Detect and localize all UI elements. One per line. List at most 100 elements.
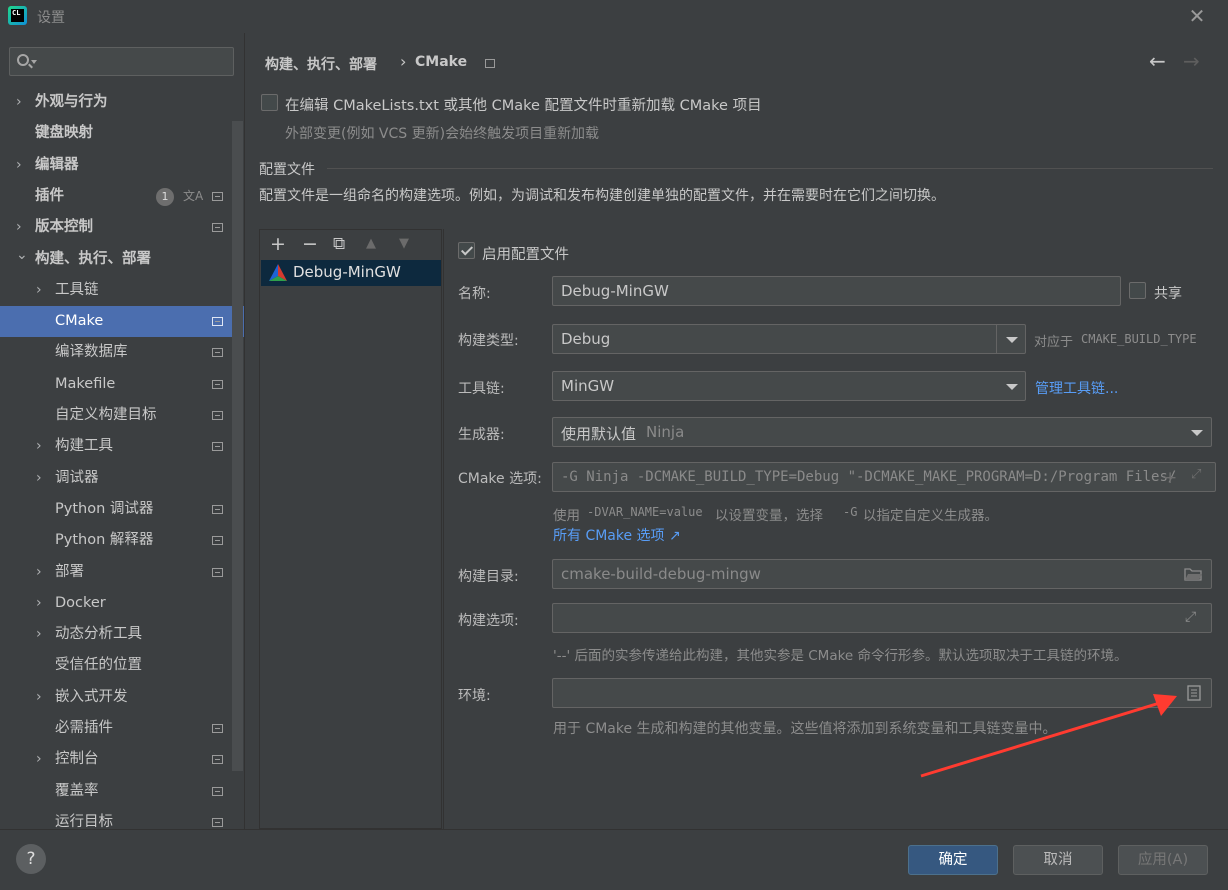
enable-profile-label[interactable]: 启用配置文件 — [482, 243, 569, 264]
sidebar-item[interactable]: › 动态分析工具 — [0, 619, 232, 650]
sidebar-item[interactable]: 运行目标 — [0, 807, 232, 829]
breadcrumb-separator: › — [400, 52, 407, 71]
chevron-right-icon[interactable]: › — [36, 463, 42, 494]
breadcrumb-parent[interactable]: 构建、执行、部署 — [265, 54, 377, 74]
combo-divider — [996, 325, 997, 353]
chevron-right-icon[interactable]: › — [36, 557, 42, 588]
sidebar-item[interactable]: 受信任的位置 — [0, 650, 232, 681]
profiles-description: 配置文件是一组命名的构建选项。例如，为调试和发布构建创建单独的配置文件，并在需要… — [259, 188, 945, 204]
ok-button[interactable]: 确定 — [908, 845, 998, 875]
sidebar-item[interactable]: › 部署 — [0, 557, 232, 588]
toolchain-label: 工具链: — [458, 381, 505, 397]
help-icon[interactable]: ? — [16, 844, 46, 874]
sidebar-item-label: 调试器 — [55, 469, 99, 486]
sidebar-item[interactable]: › 外观与行为 — [0, 87, 232, 118]
remove-profile-icon[interactable]: − — [302, 233, 318, 255]
sidebar-item[interactable]: ⌄ 构建、执行、部署 — [0, 244, 232, 275]
chevron-right-icon[interactable]: › — [36, 682, 42, 713]
profile-list-item[interactable]: Debug-MinGW — [261, 260, 441, 286]
chevron-right-icon[interactable]: › — [36, 619, 42, 650]
sidebar-item[interactable]: › 编辑器 — [0, 150, 232, 181]
sidebar-item[interactable]: 编译数据库 — [0, 337, 232, 368]
sidebar-item[interactable]: 键盘映射 — [0, 118, 232, 149]
environment-label: 环境: — [458, 688, 491, 704]
share-label[interactable]: 共享 — [1154, 283, 1182, 303]
expand-icon[interactable]: ⤢ — [1185, 609, 1196, 625]
cmake-options-hint-2: 以设置变量，选择 — [715, 508, 823, 524]
sidebar-item[interactable]: 覆盖率 — [0, 776, 232, 807]
chevron-right-icon[interactable]: › — [36, 431, 42, 462]
sidebar-item[interactable]: › 版本控制 — [0, 212, 232, 243]
apply-button[interactable]: 应用(A) — [1118, 845, 1208, 875]
sidebar-item[interactable]: › 控制台 — [0, 744, 232, 775]
cancel-button[interactable]: 取消 — [1013, 845, 1103, 875]
search-options-dropdown-icon[interactable] — [31, 60, 37, 64]
copy-profile-icon[interactable]: ⧉ — [333, 233, 345, 255]
cmake-options-value: -G Ninja -DCMAKE_BUILD_TYPE=Debug "-DCMA… — [561, 469, 1177, 485]
sidebar-item[interactable]: › 工具链 — [0, 275, 232, 306]
share-checkbox[interactable] — [1129, 282, 1146, 299]
sidebar-item-label: 编译数据库 — [55, 344, 128, 361]
reload-on-edit-label[interactable]: 在编辑 CMakeLists.txt 或其他 CMake 配置文件时重新加载 C… — [285, 94, 762, 115]
sidebar-scrollbar[interactable] — [232, 121, 243, 771]
build-dir-field[interactable]: cmake-build-debug-mingw — [552, 559, 1212, 589]
folder-icon[interactable] — [1184, 567, 1202, 581]
sidebar-item[interactable]: 插件 1 文A — [0, 181, 232, 212]
project-level-icon — [212, 348, 223, 358]
expand-icon[interactable]: ⤢ — [1191, 467, 1201, 482]
build-type-combo[interactable]: Debug — [552, 324, 1026, 354]
forward-arrow-icon[interactable]: → — [1183, 49, 1200, 73]
sidebar-item-label: 构建工具 — [55, 438, 113, 455]
chevron-right-icon[interactable]: › — [36, 275, 42, 306]
chevron-down-icon[interactable]: ⌄ — [16, 240, 28, 271]
chevron-down-icon[interactable] — [1006, 384, 1018, 390]
toolchain-combo[interactable]: MinGW — [552, 371, 1026, 401]
project-level-icon — [212, 504, 223, 514]
enable-profile-checkbox[interactable] — [458, 242, 475, 259]
generator-combo[interactable]: 使用默认值 Ninja — [552, 417, 1212, 447]
close-icon[interactable]: ✕ — [1186, 5, 1208, 27]
sidebar-item-label: 运行目标 — [55, 813, 113, 829]
reload-on-edit-checkbox[interactable] — [261, 94, 278, 111]
sidebar-item[interactable]: CMake — [0, 306, 244, 338]
dialog-footer: ? 确定 取消 应用(A) — [0, 829, 1228, 890]
chevron-down-icon[interactable] — [1006, 337, 1018, 343]
profile-name: Debug-MinGW — [293, 263, 401, 281]
build-type-hint-var: CMAKE_BUILD_TYPE — [1081, 332, 1197, 346]
sidebar-item[interactable]: Python 解释器 — [0, 525, 232, 556]
add-profile-icon[interactable]: + — [270, 233, 286, 255]
chevron-right-icon[interactable]: › — [36, 588, 42, 619]
profile-name-field[interactable]: Debug-MinGW — [552, 276, 1121, 306]
sidebar-item[interactable]: › 构建工具 — [0, 431, 232, 462]
settings-search-input[interactable] — [9, 47, 234, 76]
chevron-right-icon[interactable]: › — [16, 87, 22, 118]
sidebar-item-label: 嵌入式开发 — [55, 688, 128, 705]
build-type-value: Debug — [561, 330, 611, 348]
move-down-icon[interactable]: ▼ — [399, 233, 409, 255]
sidebar-item[interactable]: 必需插件 — [0, 713, 232, 744]
sidebar-item[interactable]: Python 调试器 — [0, 494, 232, 525]
sidebar-item-label: 外观与行为 — [35, 94, 108, 110]
translate-icon: 文A — [183, 188, 204, 203]
project-level-icon — [212, 817, 223, 827]
sidebar-item[interactable]: 自定义构建目标 — [0, 400, 232, 431]
sidebar-item[interactable]: › 嵌入式开发 — [0, 682, 232, 713]
sidebar-item-label: 动态分析工具 — [55, 626, 142, 643]
section-divider — [327, 168, 1213, 169]
move-up-icon[interactable]: ▲ — [366, 233, 376, 255]
build-options-field[interactable]: ⤢ — [552, 603, 1212, 633]
chevron-right-icon[interactable]: › — [16, 150, 22, 181]
search-icon — [17, 54, 29, 66]
profiles-list-panel: + − ⧉ ▲ ▼ Debug-MinGW — [259, 229, 442, 829]
cmake-options-field[interactable]: -G Ninja -DCMAKE_BUILD_TYPE=Debug "-DCMA… — [552, 462, 1216, 492]
back-arrow-icon[interactable]: ← — [1149, 49, 1166, 73]
chevron-down-icon[interactable] — [1191, 430, 1203, 436]
all-cmake-options-link[interactable]: 所有 CMake 选项 ↗ — [553, 525, 681, 545]
manage-toolchains-link[interactable]: 管理工具链... — [1035, 378, 1118, 398]
chevron-right-icon[interactable]: › — [36, 744, 42, 775]
sidebar-item[interactable]: › 调试器 — [0, 463, 232, 494]
sidebar-item[interactable]: Makefile — [0, 369, 232, 400]
insert-macro-icon[interactable]: + — [1163, 468, 1177, 488]
sidebar-item[interactable]: › Docker — [0, 588, 232, 619]
project-level-icon — [212, 379, 223, 389]
